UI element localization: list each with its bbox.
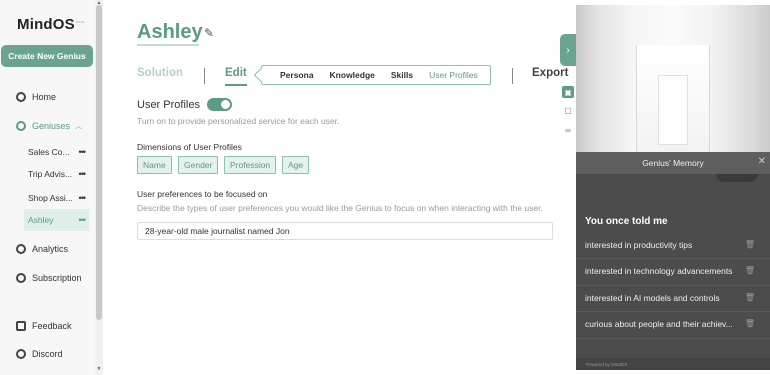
nav-subscription-label: Subscription	[32, 273, 82, 283]
tab-divider	[204, 68, 205, 84]
dimension-chip-name[interactable]: Name	[137, 156, 172, 174]
genius-item-label: Sales Co...	[28, 147, 70, 157]
subscription-icon	[16, 273, 26, 283]
nav-discord[interactable]: Discord	[16, 349, 63, 359]
memory-divider	[576, 258, 770, 259]
profile-card-icon[interactable]: ▣	[562, 86, 574, 98]
tab-solution[interactable]: Solution	[137, 67, 183, 79]
nav-analytics[interactable]: Analytics	[16, 244, 68, 254]
memory-item-text: interested in AI models and controls	[585, 293, 720, 303]
genius-item-label: Shop Assi...	[28, 193, 73, 203]
subtab-persona[interactable]: Persona	[280, 70, 314, 80]
memory-title: Genius' Memory	[642, 158, 704, 168]
preferences-description: Describe the types of user preferences y…	[137, 203, 543, 213]
genius-item-label: Trip Advis...	[28, 169, 73, 179]
memory-item-text: interested in productivity tips	[585, 240, 693, 250]
user-profiles-toggle[interactable]	[207, 98, 232, 111]
genius-item-sales[interactable]: Sales Co... •••	[24, 141, 89, 163]
memory-divider	[576, 285, 770, 286]
pencil-icon[interactable]: ✎	[204, 26, 214, 40]
genius-item-shop[interactable]: Shop Assi... •••	[24, 187, 89, 209]
geniuses-icon	[16, 121, 26, 131]
nav-analytics-label: Analytics	[32, 244, 69, 254]
memory-item: curious about people and their achiev...…	[585, 319, 755, 329]
sidebar: MindOSbeta Create New Genius Home Genius…	[0, 0, 95, 375]
user-profiles-description: Turn on to provide personalized service …	[137, 116, 340, 126]
feedback-icon	[16, 321, 26, 331]
trash-icon[interactable]: 🗑	[745, 240, 755, 250]
main-content: Ashley ✎ Solution Edit Persona Knowledge…	[103, 0, 576, 375]
dimension-chip-profession[interactable]: Profession	[224, 156, 277, 174]
tab-divider	[512, 68, 513, 84]
memory-item-text: interested in technology advancements	[585, 266, 733, 276]
more-icon[interactable]: •••	[79, 215, 87, 225]
memory-footer: Powered by MindOS	[576, 358, 770, 370]
document-icon[interactable]: ▢	[562, 104, 574, 116]
nav-subscription[interactable]: Subscription	[16, 273, 82, 283]
nav-discord-label: Discord	[32, 349, 63, 359]
edit-subtabs: Persona Knowledge Skills User Profiles	[261, 65, 491, 85]
create-new-genius-button[interactable]: Create New Genius	[1, 45, 93, 67]
trash-icon[interactable]: 🗑	[745, 266, 755, 276]
nav-geniuses-label: Geniuses	[32, 121, 71, 131]
memory-item: interested in productivity tips 🗑	[585, 240, 755, 250]
dimension-chip-gender[interactable]: Gender	[178, 156, 219, 174]
link-icon[interactable]: ∞	[562, 124, 574, 136]
genius-memory-panel: Genius' Memory ✕ You once told me intere…	[576, 152, 770, 370]
tab-edit[interactable]: Edit	[225, 67, 247, 79]
scroll-down-arrow-icon[interactable]: ▼	[95, 366, 103, 372]
app-logo[interactable]: MindOSbeta	[17, 16, 84, 33]
genius-item-label: Ashley	[28, 215, 54, 225]
memory-item: interested in technology advancements 🗑	[585, 266, 755, 276]
nav-home[interactable]: Home	[16, 92, 56, 102]
collapse-panel-button[interactable]: ›	[560, 34, 576, 66]
scrollbar-thumb[interactable]	[96, 5, 102, 320]
corridor-door-shape	[658, 75, 688, 145]
dimension-chip-age[interactable]: Age	[282, 156, 310, 174]
memory-header: Genius' Memory ✕	[576, 152, 770, 174]
subtab-knowledge[interactable]: Knowledge	[330, 70, 375, 80]
nav-home-label: Home	[32, 92, 57, 102]
user-profiles-title: User Profiles	[137, 99, 200, 111]
page-title: Ashley	[137, 21, 203, 43]
trash-icon[interactable]: 🗑	[745, 319, 755, 329]
memory-divider	[576, 311, 770, 312]
subtab-user-profiles[interactable]: User Profiles	[429, 70, 478, 80]
chevron-right-icon: ›	[566, 44, 570, 56]
trash-icon[interactable]: 🗑	[745, 293, 755, 303]
subtab-skills[interactable]: Skills	[391, 70, 413, 80]
memory-item: interested in AI models and controls 🗑	[585, 293, 755, 303]
nav-feedback[interactable]: Feedback	[16, 321, 72, 331]
tab-edit-underline	[225, 84, 247, 86]
preferences-label: User preferences to be focused on	[137, 189, 268, 199]
title-underline	[137, 44, 199, 46]
preferences-input[interactable]: 28-year-old male journalist named Jon	[137, 222, 553, 240]
analytics-icon	[16, 244, 26, 254]
memory-divider	[576, 338, 770, 339]
tab-export[interactable]: Export	[532, 67, 568, 79]
sidebar-scrollbar[interactable]: ▲ ▼	[95, 0, 103, 375]
genius-item-ashley[interactable]: Ashley •••	[24, 209, 89, 231]
genius-item-trip[interactable]: Trip Advis... •••	[24, 163, 89, 185]
nav-feedback-label: Feedback	[32, 321, 72, 331]
more-icon[interactable]: •••	[79, 193, 87, 203]
nav-geniuses[interactable]: Geniuses ︿	[16, 121, 82, 131]
discord-icon	[16, 349, 26, 359]
memory-scroll-tab	[716, 174, 758, 182]
memory-heading: You once told me	[585, 216, 668, 227]
chevron-up-icon: ︿	[75, 123, 83, 130]
close-icon[interactable]: ✕	[758, 156, 766, 167]
home-icon	[16, 92, 26, 102]
more-icon[interactable]: •••	[79, 147, 87, 157]
more-icon[interactable]: •••	[79, 169, 87, 179]
memory-body: You once told me interested in productiv…	[576, 174, 770, 364]
dimensions-label: Dimensions of User Profiles	[137, 142, 242, 152]
memory-item-text: curious about people and their achiev...	[585, 319, 733, 329]
